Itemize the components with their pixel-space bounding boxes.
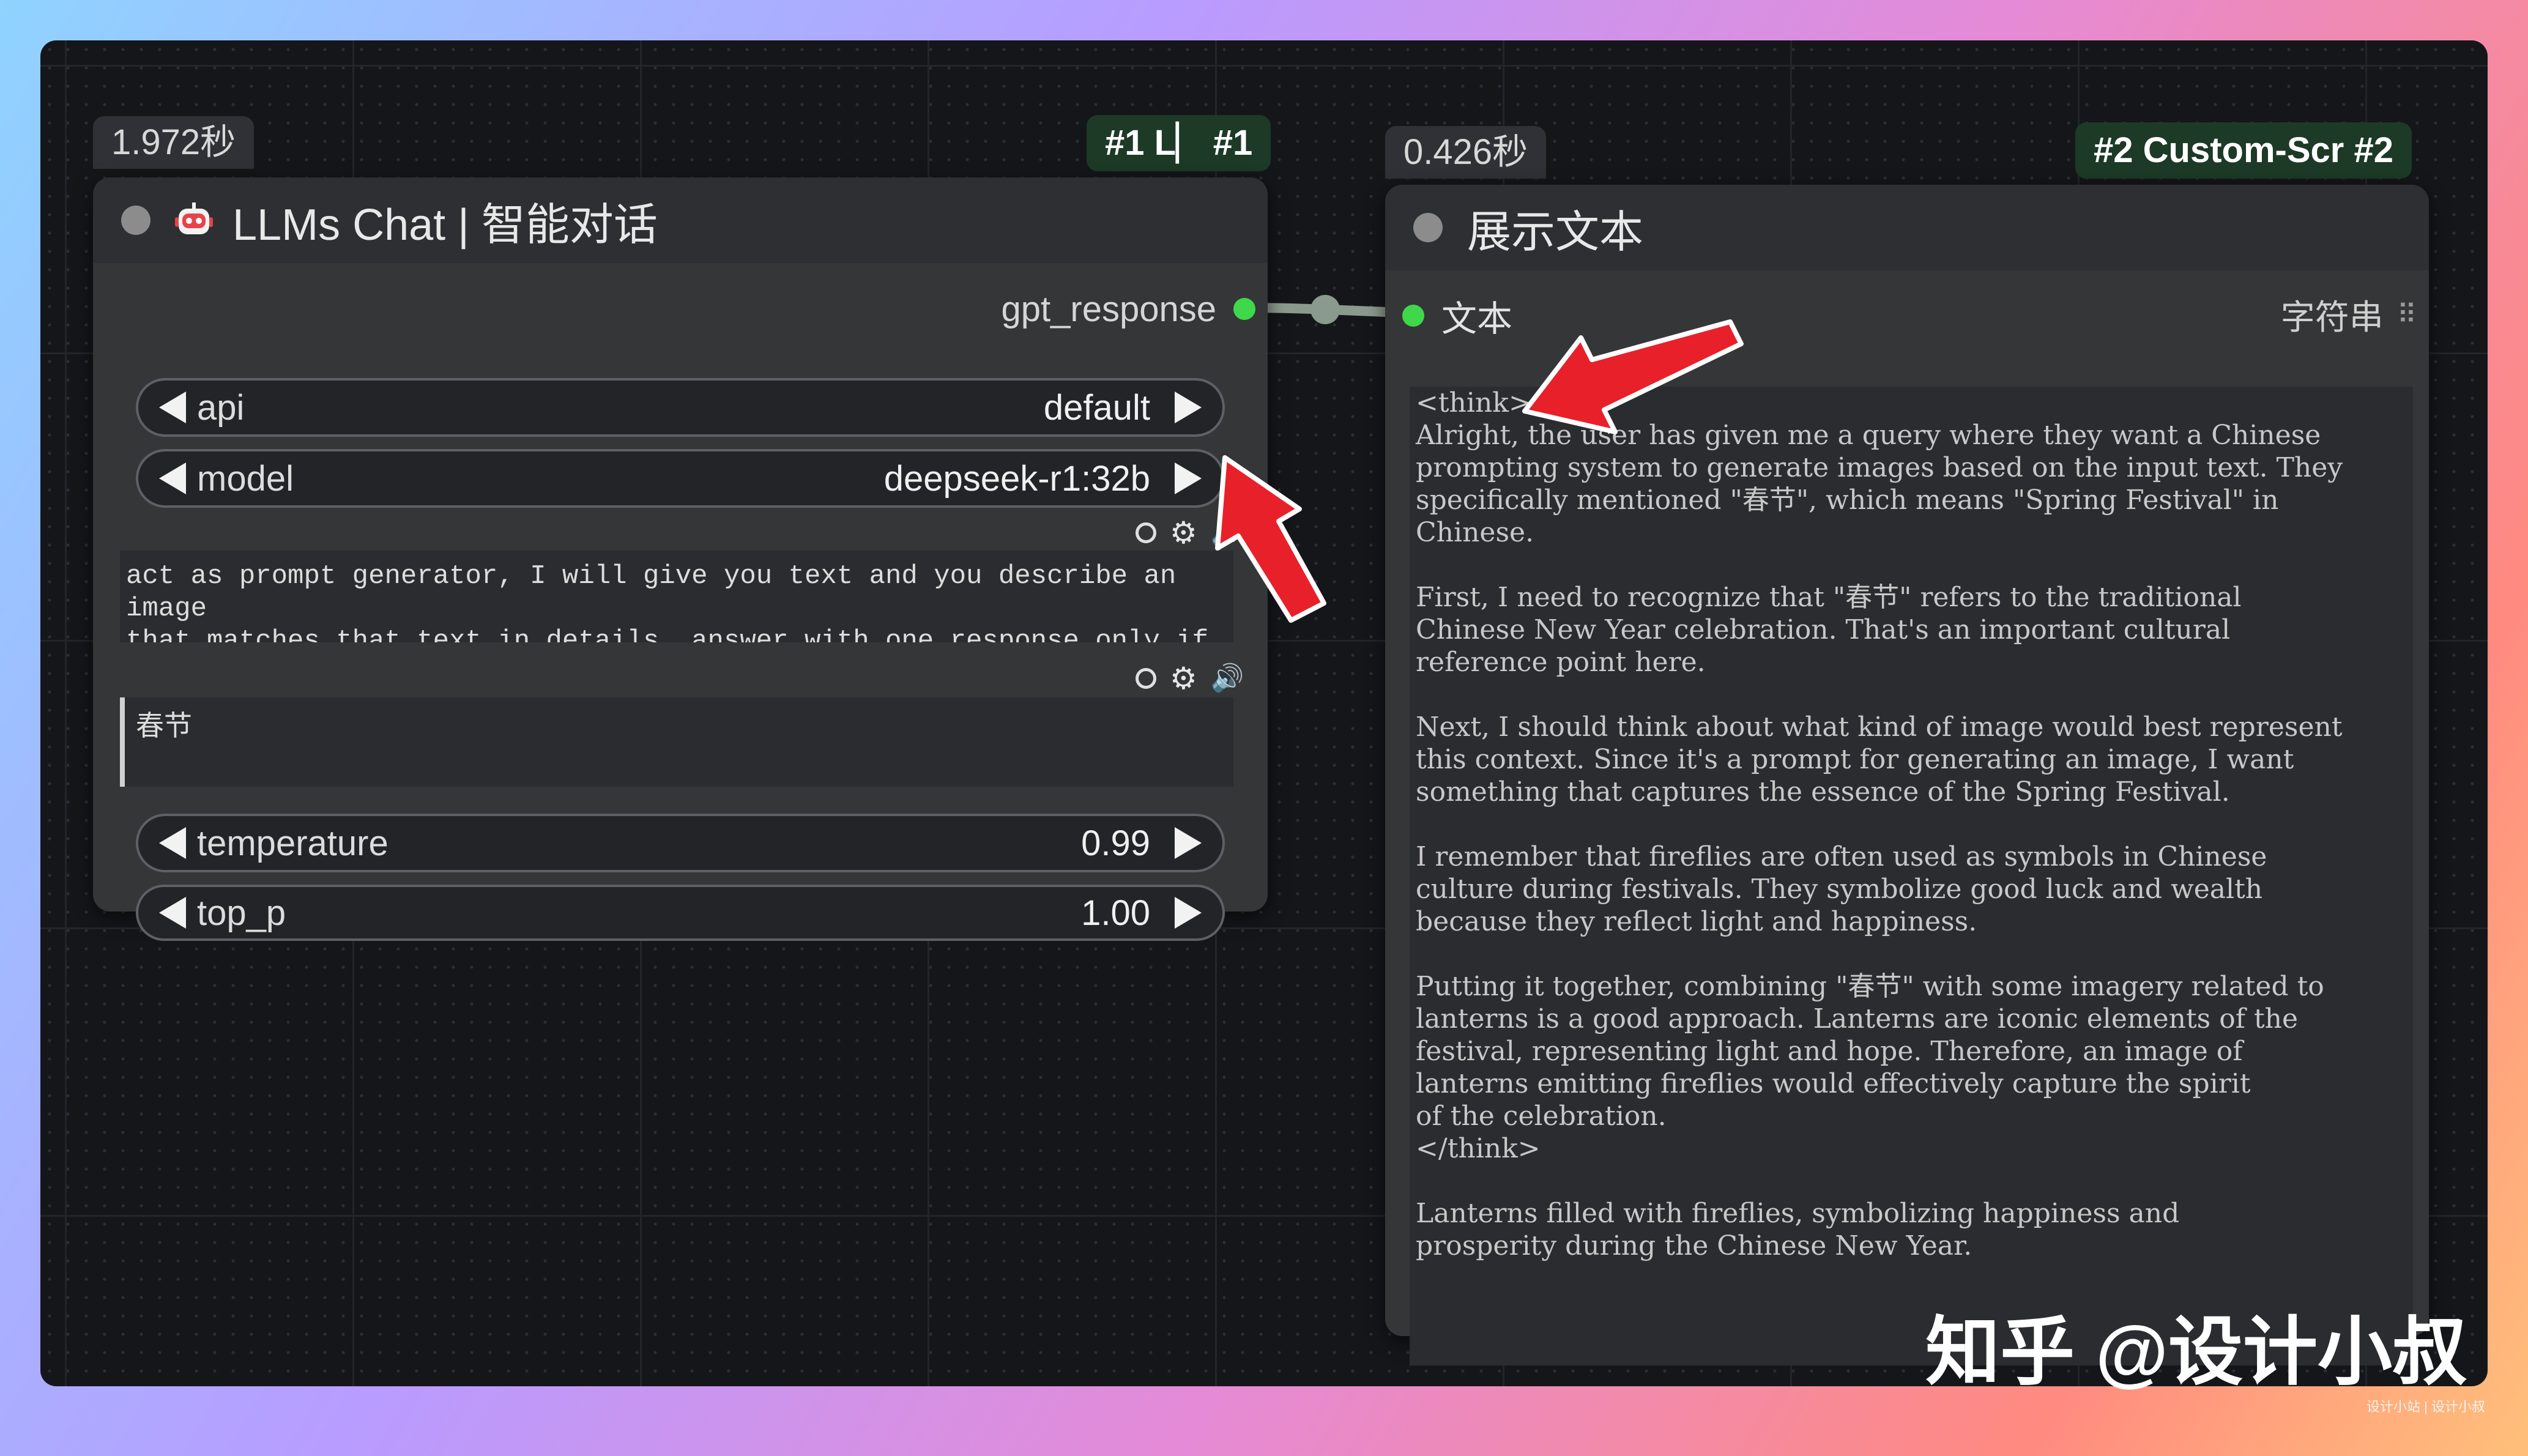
- llms-chat-node[interactable]: LLMs Chat | 智能对话 gpt_response api defaul…: [93, 177, 1268, 941]
- input-toolbar: ⚙ 🔊: [1136, 663, 1244, 694]
- system-prompt-textarea[interactable]: act as prompt generator, I will give you…: [120, 551, 1233, 642]
- robot-icon: [175, 202, 213, 234]
- node2-execution-time: 0.426秒: [1385, 126, 1547, 179]
- link-midpoint: [1310, 295, 1340, 324]
- show-text-node[interactable]: 展示文本 文本 字符串 ⠿ <think> Alright, the user …: [1385, 185, 2429, 1365]
- temperature-label: temperature: [197, 823, 388, 863]
- node1-status-dot[interactable]: [121, 206, 151, 235]
- user-input-textarea[interactable]: 春节: [120, 697, 1233, 787]
- output-slot-gpt-response[interactable]: gpt_response: [1002, 284, 1255, 333]
- arrow-right-icon[interactable]: [1175, 462, 1202, 494]
- input-slot-label: 文本: [1441, 299, 1513, 339]
- node2-title: 展示文本: [1467, 207, 1644, 257]
- workflow-canvas[interactable]: 1.972秒 #1 L▏ #1 LLMs Chat | 智能对话 gpt_res…: [40, 40, 2488, 1386]
- prompt-toolbar: ⚙ 🔊: [1136, 518, 1244, 548]
- slot-type-label: 字符串: [2280, 298, 2384, 336]
- node1-header[interactable]: LLMs Chat | 智能对话: [93, 177, 1268, 263]
- node2-id-badge: #2 Custom-Scr #2: [2075, 122, 2412, 179]
- arrow-right-icon[interactable]: [1175, 392, 1202, 423]
- output-label: gpt_response: [1001, 289, 1216, 329]
- node2-header[interactable]: 展示文本: [1385, 185, 2429, 270]
- arrow-left-icon[interactable]: [159, 897, 186, 929]
- display-text-area[interactable]: <think> Alright, the user has given me a…: [1410, 387, 2413, 1365]
- speaker-icon[interactable]: 🔊: [1211, 665, 1244, 692]
- node1-execution-time: 1.972秒: [93, 116, 255, 169]
- circle-toggle-icon[interactable]: [1136, 522, 1156, 543]
- arrow-left-icon[interactable]: [159, 392, 186, 423]
- slot-type-indicator: 字符串 ⠿: [2281, 290, 2417, 340]
- model-combo-widget[interactable]: model deepseek-r1:32b: [136, 449, 1225, 508]
- top-p-value: 1.00: [1081, 893, 1150, 933]
- temperature-value: 0.99: [1081, 823, 1150, 863]
- settings-gear-icon[interactable]: ⚙: [1170, 663, 1197, 694]
- model-label: model: [197, 458, 294, 499]
- node1-title: LLMs Chat | 智能对话: [232, 200, 658, 250]
- node1-id-badge: #1 L▏ #1: [1087, 115, 1271, 171]
- input-slot-dot[interactable]: [1402, 305, 1424, 327]
- api-value: default: [1043, 387, 1150, 428]
- model-value: deepseek-r1:32b: [883, 458, 1150, 499]
- output-slot-dot[interactable]: [1233, 298, 1255, 320]
- zhihu-watermark: 知乎 @设计小叔: [1925, 1310, 2467, 1394]
- footnote-text: 设计小站 | 设计小叔: [2366, 1399, 2485, 1414]
- arrow-left-icon[interactable]: [159, 827, 186, 859]
- node2-status-dot[interactable]: [1413, 213, 1443, 242]
- arrow-right-icon[interactable]: [1175, 827, 1202, 859]
- grid-icon: ⠿: [2396, 300, 2417, 330]
- speaker-icon[interactable]: 🔊: [1211, 519, 1244, 546]
- settings-gear-icon[interactable]: ⚙: [1170, 518, 1197, 548]
- arrow-left-icon[interactable]: [159, 462, 186, 494]
- top-p-widget[interactable]: top_p 1.00: [136, 885, 1225, 941]
- top-p-label: top_p: [197, 893, 286, 933]
- api-combo-widget[interactable]: api default: [136, 378, 1225, 437]
- arrow-right-icon[interactable]: [1175, 897, 1202, 929]
- temperature-widget[interactable]: temperature 0.99: [136, 814, 1225, 872]
- input-slot-text[interactable]: 文本: [1402, 290, 1512, 341]
- api-label: api: [197, 387, 245, 428]
- circle-toggle-icon[interactable]: [1136, 668, 1156, 689]
